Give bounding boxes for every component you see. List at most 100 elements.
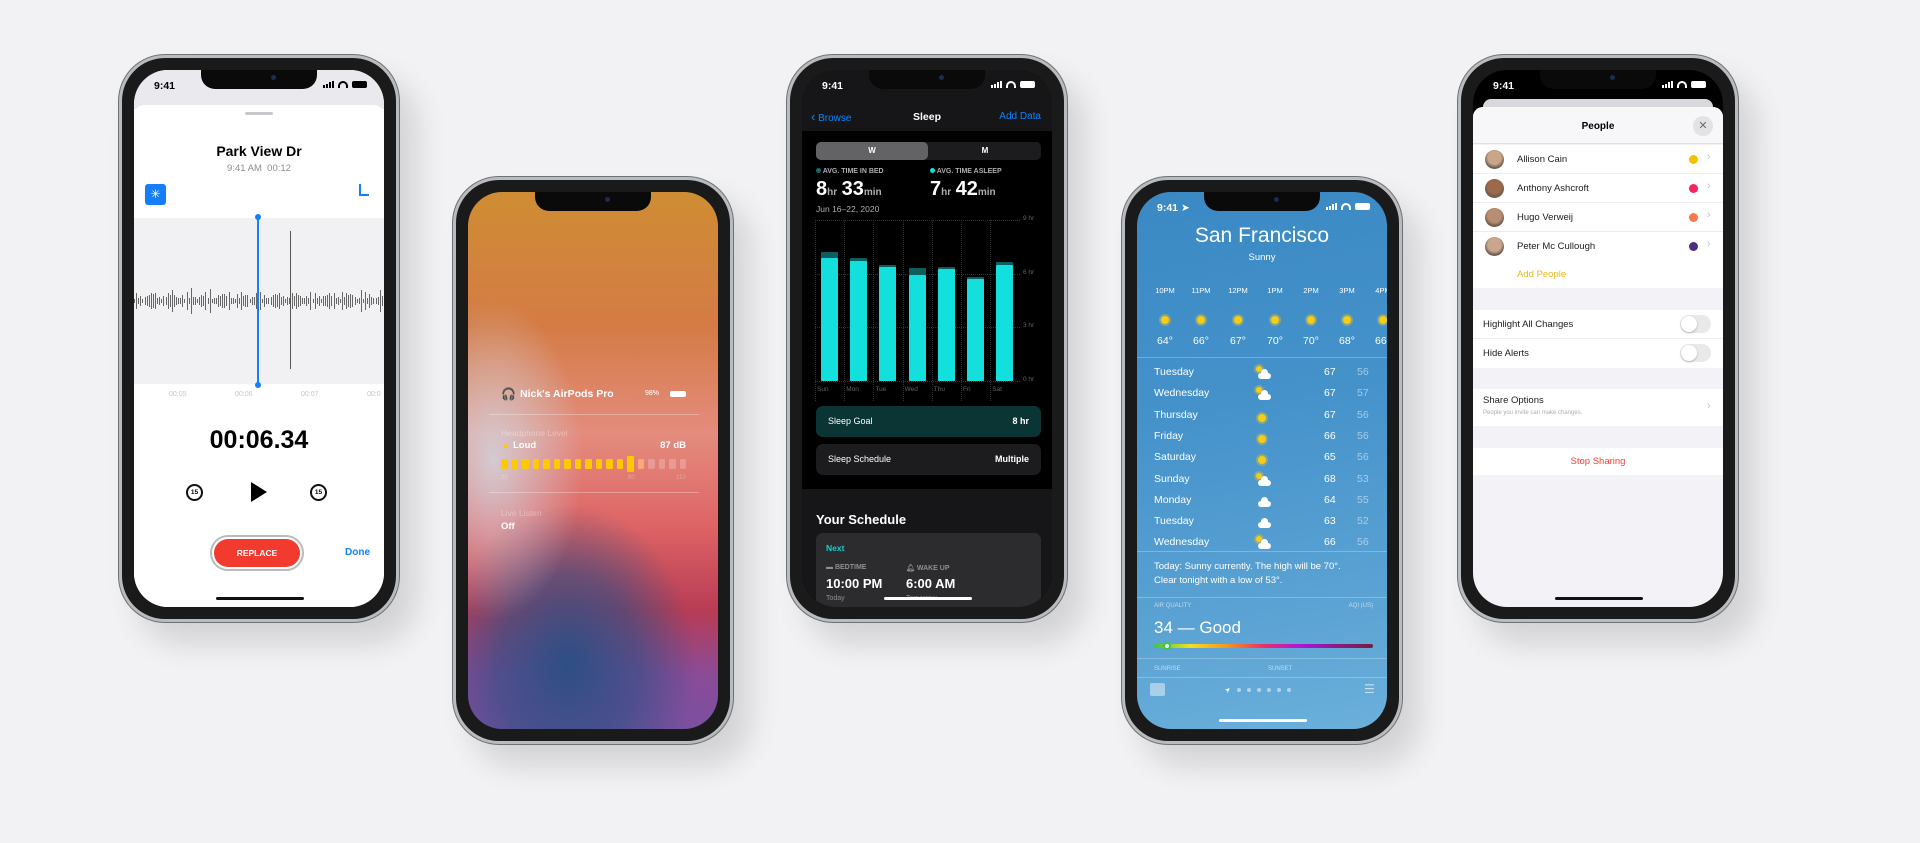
asleep-hours: 7: [930, 178, 942, 200]
bar-asleep[interactable]: [821, 257, 838, 381]
battery-icon: [352, 81, 367, 88]
bar-asleep[interactable]: [879, 267, 897, 381]
notch: [1204, 192, 1320, 211]
waveform-bar: [320, 298, 322, 304]
waveform-bar: [274, 294, 276, 308]
highlight-changes-toggle[interactable]: [1680, 315, 1711, 333]
meter-segment: [606, 459, 613, 469]
waveform-bar: [360, 290, 362, 312]
x-tick-label: Sun: [817, 386, 829, 393]
current-condition: Sunny: [1248, 252, 1276, 263]
sleep-goal-card[interactable]: Sleep Goal 8 hr: [816, 406, 1041, 437]
waveform-bar: [199, 296, 201, 306]
battery-icon: [1355, 203, 1370, 210]
waveform-bar: [270, 297, 272, 305]
day-name: Wednesday: [1154, 536, 1210, 549]
sheet-grabber[interactable]: [245, 112, 273, 115]
waveform-bar: [150, 293, 152, 309]
hour-temp: 66°: [1375, 335, 1387, 347]
home-indicator[interactable]: [1219, 719, 1307, 722]
stop-sharing-button[interactable]: Stop Sharing: [1473, 448, 1723, 475]
enhance-icon[interactable]: ✳: [145, 184, 166, 205]
daily-row: Wednesday 67 57: [1137, 384, 1387, 404]
page-dot[interactable]: [1246, 688, 1251, 692]
member-name: Allison Cain: [1517, 154, 1568, 165]
day-name: Monday: [1154, 493, 1192, 506]
waveform-bar: [367, 297, 369, 305]
asleep-label: AVG. TIME ASLEEP: [936, 168, 1002, 175]
home-indicator[interactable]: [1555, 597, 1643, 600]
share-options-row[interactable]: Share Options People you invite can make …: [1473, 389, 1723, 426]
trim-icon[interactable]: [359, 184, 369, 196]
add-people-row[interactable]: Add People: [1473, 260, 1723, 288]
close-button[interactable]: ✕: [1693, 116, 1713, 136]
waveform-bar: [331, 296, 333, 306]
meter-segment: [532, 459, 539, 469]
divider: [1137, 357, 1387, 358]
done-button[interactable]: Done: [345, 547, 370, 558]
page-dot[interactable]: [1266, 688, 1271, 692]
waveform-bar: [167, 293, 169, 309]
waveform-bar: [323, 295, 324, 307]
air-quality-value: 34 — Good: [1154, 618, 1241, 637]
page-dot[interactable]: [1286, 688, 1291, 692]
skip-forward-label: 15: [314, 489, 323, 496]
bar-asleep[interactable]: [850, 261, 868, 381]
live-listen-value[interactable]: Off: [501, 521, 515, 532]
home-indicator[interactable]: [884, 597, 972, 600]
city-name: San Francisco: [1194, 224, 1330, 247]
sleep-goal-label: Sleep Goal: [828, 416, 873, 426]
member-row[interactable]: Hugo Verweij ›: [1473, 203, 1723, 232]
waveform-bar: [178, 298, 180, 304]
home-indicator[interactable]: [216, 597, 304, 600]
waveform-bar: [161, 298, 163, 304]
waveform-bar: [211, 298, 213, 304]
member-row[interactable]: Peter Mc Cullough ›: [1473, 232, 1723, 261]
meter-segment: [522, 459, 529, 469]
waveform-bar: [192, 297, 194, 305]
low-temp: 52: [1357, 515, 1369, 528]
page-indicator[interactable]: ➤: [1224, 685, 1291, 695]
segment-month[interactable]: M: [929, 142, 1041, 160]
bedtime-text: BEDTIME: [834, 564, 867, 571]
unit-hr: hr: [827, 187, 838, 198]
page-dot[interactable]: [1256, 688, 1261, 692]
device-name: Nick's AirPods Pro: [520, 388, 614, 400]
recording-title[interactable]: Park View Dr: [134, 143, 384, 159]
list-icon[interactable]: ☰: [1364, 682, 1375, 696]
waveform-bar: [241, 292, 243, 310]
close-icon: ✕: [1698, 120, 1708, 132]
skip-back-15-button[interactable]: 15: [186, 484, 203, 501]
timeline-label: 00:0: [367, 391, 381, 398]
low-temp: 56: [1357, 408, 1369, 421]
hide-alerts-toggle[interactable]: [1680, 344, 1711, 362]
waveform[interactable]: [134, 218, 384, 384]
member-row[interactable]: Anthony Ashcroft ›: [1473, 174, 1723, 203]
bar-asleep[interactable]: [996, 264, 1014, 381]
weather-screen: 9:41 ➤ San Francisco Sunny 10PM 64° 11PM 66…: [1137, 192, 1387, 729]
hourly-forecast[interactable]: 10PM 64° 11PM 66° 12PM 67° 1PM 70° 2PM 70° 3PM 68° 4…: [1137, 282, 1387, 352]
member-row[interactable]: Allison Cain ›: [1473, 145, 1723, 174]
sleep-schedule-card[interactable]: Sleep Schedule Multiple: [816, 444, 1041, 475]
map-icon[interactable]: [1150, 683, 1165, 696]
sleep-chart[interactable]: 9 hr 6 hr 3 hr 0 hr Sun Mon Tue Wed Thu Fri Sat: [815, 215, 1045, 401]
add-data-button[interactable]: Add Data: [999, 111, 1041, 122]
in-bed-value: 8hr 33min: [816, 178, 882, 201]
waveform-bar: [308, 297, 310, 305]
play-button[interactable]: [251, 482, 267, 502]
bar-asleep[interactable]: [908, 275, 926, 381]
segment-week[interactable]: W: [816, 142, 928, 160]
page-dot[interactable]: [1276, 688, 1281, 692]
playhead[interactable]: [255, 214, 261, 388]
waveform-bar: [268, 298, 270, 304]
page-dot[interactable]: [1236, 688, 1241, 692]
replace-button[interactable]: REPLACE: [210, 535, 304, 571]
voice-memos-screen: 9:41 Park View Dr 9:41 AM 00:12 ✳ 00:05 …: [134, 70, 384, 607]
bar-asleep[interactable]: [967, 279, 984, 381]
bar-asleep[interactable]: [937, 269, 955, 381]
timeline-label: 00:06: [235, 391, 253, 398]
legend-in-bed: AVG. TIME IN BED: [816, 168, 884, 175]
daily-row: Monday 64 55: [1137, 491, 1387, 511]
skip-forward-15-button[interactable]: 15: [310, 484, 327, 501]
hour-temp: 68°: [1339, 335, 1355, 347]
